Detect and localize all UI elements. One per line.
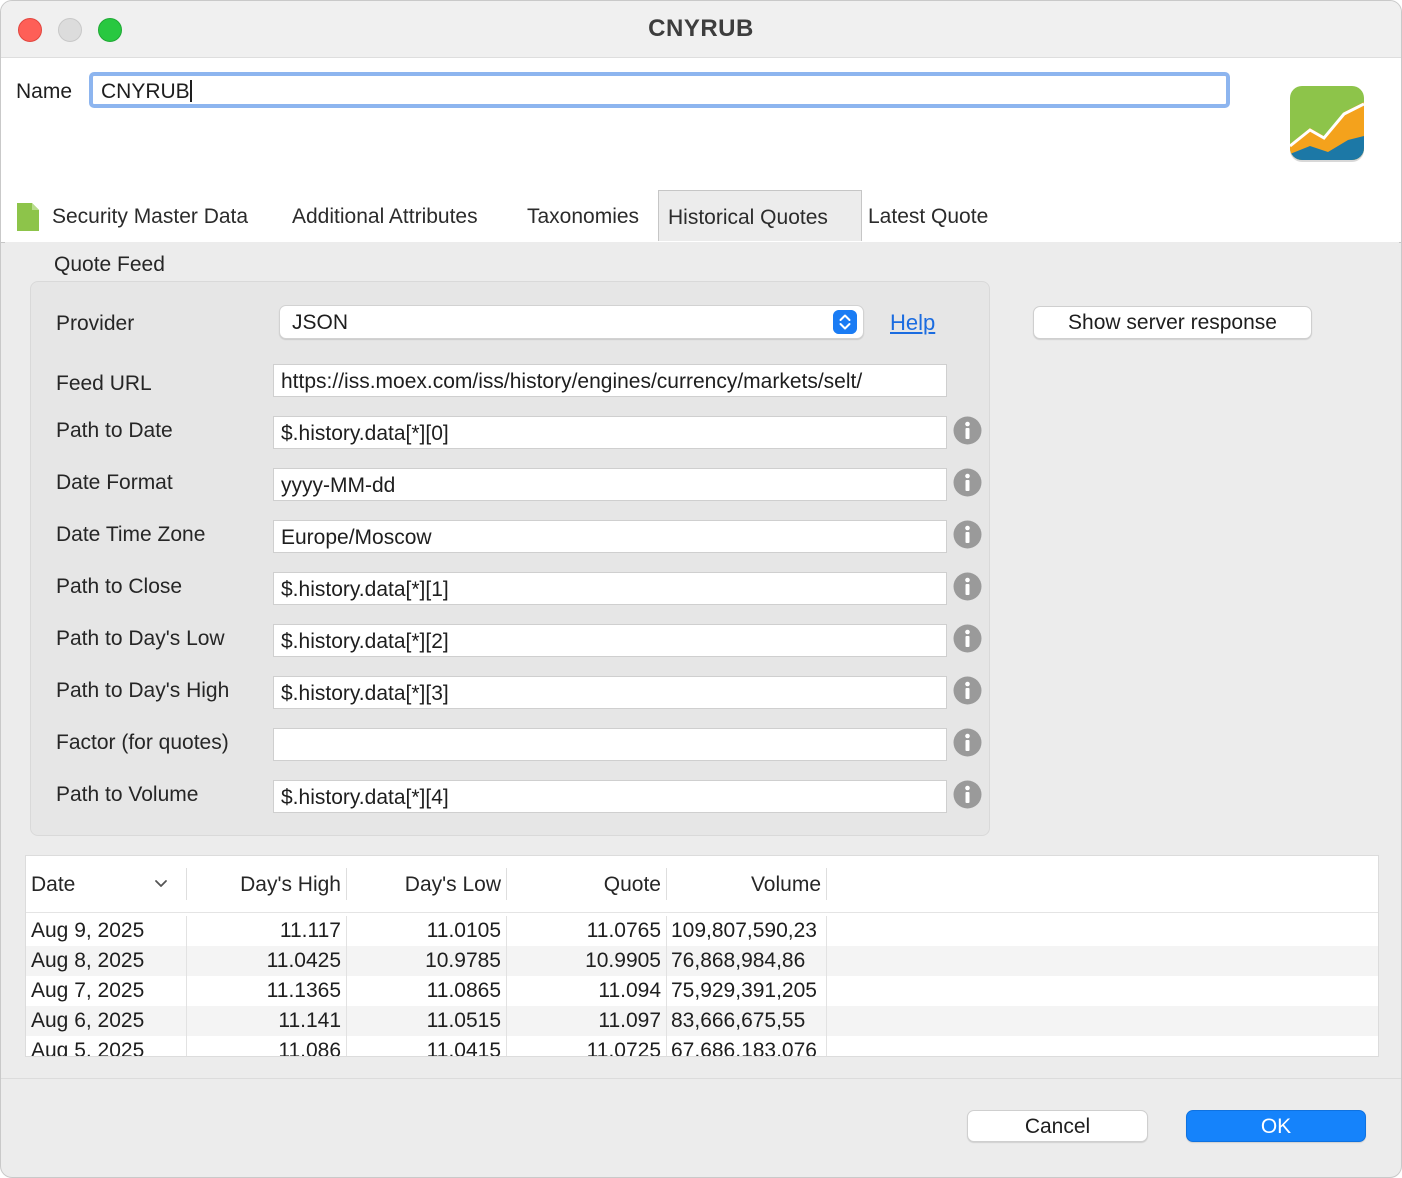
- dialog-window: CNYRUB Name CNYRUB Security Master Data …: [0, 0, 1402, 1178]
- date-format-label: Date Format: [56, 471, 173, 494]
- cell-date: Aug 6, 2025: [26, 1006, 187, 1036]
- info-icon[interactable]: [953, 468, 982, 497]
- cell-date: Aug 8, 2025: [26, 946, 187, 976]
- path-to-days-high-label: Path to Day's High: [56, 679, 230, 702]
- info-icon[interactable]: [953, 572, 982, 601]
- title-bar: CNYRUB: [1, 1, 1401, 58]
- document-icon: [17, 203, 39, 231]
- cell-days-high: 11.117: [187, 916, 347, 946]
- cell-days-low: 11.0415: [347, 1036, 507, 1056]
- table-body: Aug 9, 2025 11.117 11.0105 11.0765 109,8…: [26, 916, 1378, 1056]
- name-input[interactable]: CNYRUB: [89, 72, 1230, 108]
- path-to-close-input[interactable]: $.history.data[*][1]: [273, 572, 947, 605]
- cell-days-high: 11.0425: [187, 946, 347, 976]
- feed-url-input[interactable]: https://iss.moex.com/iss/history/engines…: [273, 364, 947, 397]
- info-icon[interactable]: [953, 624, 982, 653]
- column-header-days-low[interactable]: Day's Low: [347, 868, 507, 900]
- column-header-days-high[interactable]: Day's High: [187, 868, 347, 900]
- cell-days-high: 11.1365: [187, 976, 347, 1006]
- tab-historical-quotes[interactable]: Historical Quotes: [658, 190, 862, 241]
- name-label: Name: [16, 80, 73, 103]
- tab-additional-attributes[interactable]: Additional Attributes: [292, 190, 478, 240]
- cell-quote: 11.094: [507, 976, 667, 1006]
- show-server-response-button[interactable]: Show server response: [1033, 306, 1312, 339]
- column-header-label: Date: [31, 873, 76, 896]
- table-header: Date Day's High Day's Low Quote Volume: [26, 856, 1378, 913]
- tab-bar: Security Master Data Additional Attribut…: [1, 190, 1401, 243]
- factor-input[interactable]: [273, 728, 947, 761]
- tab-latest-quote[interactable]: Latest Quote: [868, 190, 988, 240]
- path-to-volume-label: Path to Volume: [56, 783, 199, 806]
- chevron-down-icon[interactable]: [154, 878, 168, 890]
- table-row[interactable]: Aug 9, 2025 11.117 11.0105 11.0765 109,8…: [26, 916, 1378, 946]
- factor-label: Factor (for quotes): [56, 731, 229, 754]
- date-time-zone-label: Date Time Zone: [56, 523, 206, 546]
- cell-volume: 75,929,391,205: [667, 976, 827, 1006]
- path-to-date-label: Path to Date: [56, 419, 173, 442]
- cell-days-high: 11.086: [187, 1036, 347, 1056]
- provider-label: Provider: [56, 312, 135, 335]
- path-to-date-input[interactable]: $.history.data[*][0]: [273, 416, 947, 449]
- info-icon[interactable]: [953, 676, 982, 705]
- info-icon[interactable]: [953, 728, 982, 757]
- path-to-days-low-label: Path to Day's Low: [56, 627, 225, 650]
- select-arrows-icon: [833, 310, 857, 334]
- tab-taxonomies[interactable]: Taxonomies: [527, 190, 639, 240]
- path-to-volume-input[interactable]: $.history.data[*][4]: [273, 780, 947, 813]
- path-to-days-low-input[interactable]: $.history.data[*][2]: [273, 624, 947, 657]
- cell-days-high: 11.141: [187, 1006, 347, 1036]
- cell-quote: 11.0765: [507, 916, 667, 946]
- cell-volume: 76,868,984,86: [667, 946, 827, 976]
- date-time-zone-input[interactable]: Europe/Moscow: [273, 520, 947, 553]
- window-title: CNYRUB: [648, 15, 754, 42]
- column-header-quote[interactable]: Quote: [507, 868, 667, 900]
- cell-quote: 11.097: [507, 1006, 667, 1036]
- help-link[interactable]: Help: [890, 310, 935, 336]
- cell-volume: 83,666,675,55: [667, 1006, 827, 1036]
- table-row[interactable]: Aug 8, 2025 11.0425 10.9785 10.9905 76,8…: [26, 946, 1378, 976]
- name-area: Name CNYRUB: [1, 58, 1401, 190]
- info-icon[interactable]: [953, 780, 982, 809]
- info-icon[interactable]: [953, 520, 982, 549]
- text-caret: [189, 80, 192, 102]
- date-format-input[interactable]: yyyy-MM-dd: [273, 468, 947, 501]
- ok-button[interactable]: OK: [1186, 1110, 1366, 1142]
- quote-feed-title: Quote Feed: [54, 253, 165, 276]
- path-to-days-high-input[interactable]: $.history.data[*][3]: [273, 676, 947, 709]
- cancel-button[interactable]: Cancel: [967, 1110, 1148, 1142]
- cell-volume: 67,686,183,076: [667, 1036, 827, 1056]
- cell-volume: 109,807,590,23: [667, 916, 827, 946]
- table-row[interactable]: Aug 6, 2025 11.141 11.0515 11.097 83,666…: [26, 1006, 1378, 1036]
- table-row[interactable]: Aug 7, 2025 11.1365 11.0865 11.094 75,92…: [26, 976, 1378, 1006]
- provider-select[interactable]: JSON: [279, 305, 864, 339]
- table-row[interactable]: Aug 5, 2025 11.086 11.0415 11.0725 67,68…: [26, 1036, 1378, 1056]
- tab-security-master-data[interactable]: Security Master Data: [52, 190, 248, 240]
- column-header-volume[interactable]: Volume: [667, 868, 827, 900]
- cell-date: Aug 5, 2025: [26, 1036, 187, 1056]
- app-logo-icon: [1290, 86, 1364, 162]
- name-input-value: CNYRUB: [101, 80, 190, 103]
- cell-quote: 10.9905: [507, 946, 667, 976]
- cell-date: Aug 7, 2025: [26, 976, 187, 1006]
- quotes-table[interactable]: Date Day's High Day's Low Quote Volume A…: [25, 855, 1379, 1057]
- footer-divider: [1, 1078, 1401, 1079]
- feed-url-label: Feed URL: [56, 372, 152, 395]
- cell-days-low: 11.0865: [347, 976, 507, 1006]
- info-icon[interactable]: [953, 416, 982, 445]
- cell-date: Aug 9, 2025: [26, 916, 187, 946]
- path-to-close-label: Path to Close: [56, 575, 183, 598]
- cell-quote: 11.0725: [507, 1036, 667, 1056]
- cell-days-low: 11.0515: [347, 1006, 507, 1036]
- provider-select-value: JSON: [292, 311, 349, 334]
- cell-days-low: 11.0105: [347, 916, 507, 946]
- cell-days-low: 10.9785: [347, 946, 507, 976]
